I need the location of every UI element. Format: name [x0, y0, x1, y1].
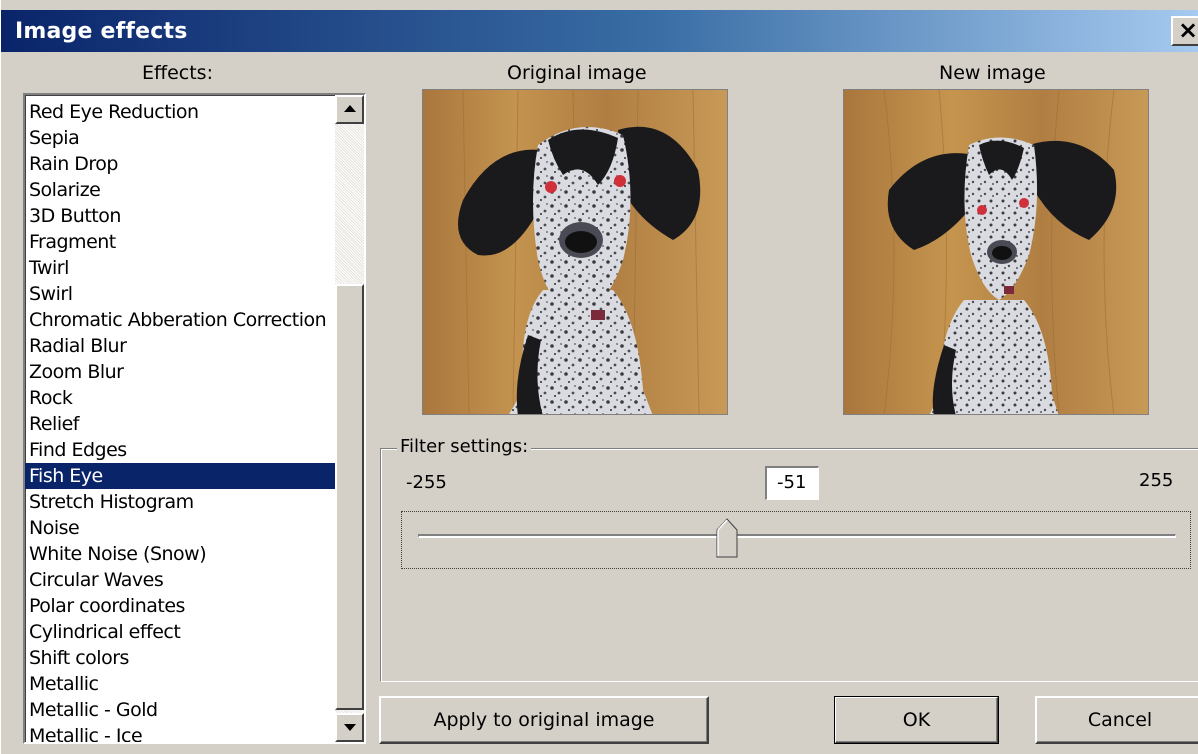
- original-dog-photo: [423, 90, 727, 414]
- window-title: Image effects: [15, 19, 188, 44]
- effects-list-item[interactable]: Shift colors: [25, 645, 335, 671]
- effects-list-item[interactable]: Fish Eye: [25, 463, 335, 489]
- effects-list-item[interactable]: White Noise (Snow): [25, 541, 335, 567]
- effects-list-item[interactable]: Solarize: [25, 177, 335, 203]
- scroll-up-button[interactable]: [335, 95, 364, 124]
- slider-max-label: 255: [1139, 470, 1174, 491]
- effects-list-item[interactable]: Noise: [25, 515, 335, 541]
- effects-label: Effects:: [142, 62, 213, 84]
- effects-list-item[interactable]: Polar coordinates: [25, 593, 335, 619]
- filter-value-input[interactable]: -51: [765, 466, 819, 500]
- effects-list-item[interactable]: Chromatic Abberation Correction: [25, 307, 335, 333]
- new-image-label: New image: [939, 62, 1046, 84]
- effects-list-item[interactable]: Stretch Histogram: [25, 489, 335, 515]
- scroll-down-button[interactable]: [335, 713, 364, 742]
- effects-list-item[interactable]: Rain Drop: [25, 151, 335, 177]
- effects-list-item[interactable]: Swirl: [25, 281, 335, 307]
- effects-list-item[interactable]: Relief: [25, 411, 335, 437]
- effects-listbox[interactable]: Red Eye Reduction Sepia Rain Drop Solarize 3…: [23, 93, 366, 744]
- effects-scrollbar[interactable]: [335, 95, 364, 742]
- effects-list-item[interactable]: Metallic - Gold: [25, 697, 335, 723]
- cancel-button[interactable]: Cancel: [1035, 696, 1198, 744]
- effects-list-item[interactable]: Metallic - Ice: [25, 723, 335, 742]
- close-icon: ×: [1177, 16, 1198, 44]
- effects-list-item[interactable]: Find Edges: [25, 437, 335, 463]
- image-effects-dialog: Image effects × Effects: Original image …: [0, 0, 1198, 754]
- effects-list-item[interactable]: Cylindrical effect: [25, 619, 335, 645]
- effects-list-item[interactable]: Red Eye Reduction: [25, 99, 335, 125]
- effects-list: Red Eye Reduction Sepia Rain Drop Solarize 3…: [25, 99, 335, 742]
- new-image: [843, 89, 1149, 415]
- slider-min-label: -255: [406, 472, 447, 493]
- effects-list-item[interactable]: Zoom Blur: [25, 359, 335, 385]
- arrow-down-icon: [344, 724, 356, 731]
- scroll-thumb[interactable]: [335, 284, 364, 710]
- close-button[interactable]: ×: [1171, 16, 1198, 46]
- effects-list-item[interactable]: Sepia: [25, 125, 335, 151]
- effects-list-item[interactable]: Radial Blur: [25, 333, 335, 359]
- slider-thumb[interactable]: [716, 518, 738, 558]
- filter-settings-label: Filter settings:: [397, 436, 532, 457]
- title-bar[interactable]: Image effects ×: [1, 10, 1198, 52]
- effects-list-item[interactable]: Rock: [25, 385, 335, 411]
- new-dog-photo: [844, 90, 1148, 414]
- filter-slider[interactable]: [401, 511, 1191, 569]
- effects-list-item[interactable]: 3D Button: [25, 203, 335, 229]
- slider-track: [418, 534, 1176, 538]
- effects-list-item[interactable]: Metallic: [25, 671, 335, 697]
- effects-list-item[interactable]: Fragment: [25, 229, 335, 255]
- original-image: [422, 89, 728, 415]
- effects-list-item[interactable]: Twirl: [25, 255, 335, 281]
- arrow-up-icon: [344, 105, 356, 112]
- original-image-label: Original image: [507, 62, 647, 84]
- ok-button[interactable]: OK: [834, 696, 999, 744]
- apply-to-original-button[interactable]: Apply to original image: [379, 696, 709, 744]
- effects-list-item[interactable]: Circular Waves: [25, 567, 335, 593]
